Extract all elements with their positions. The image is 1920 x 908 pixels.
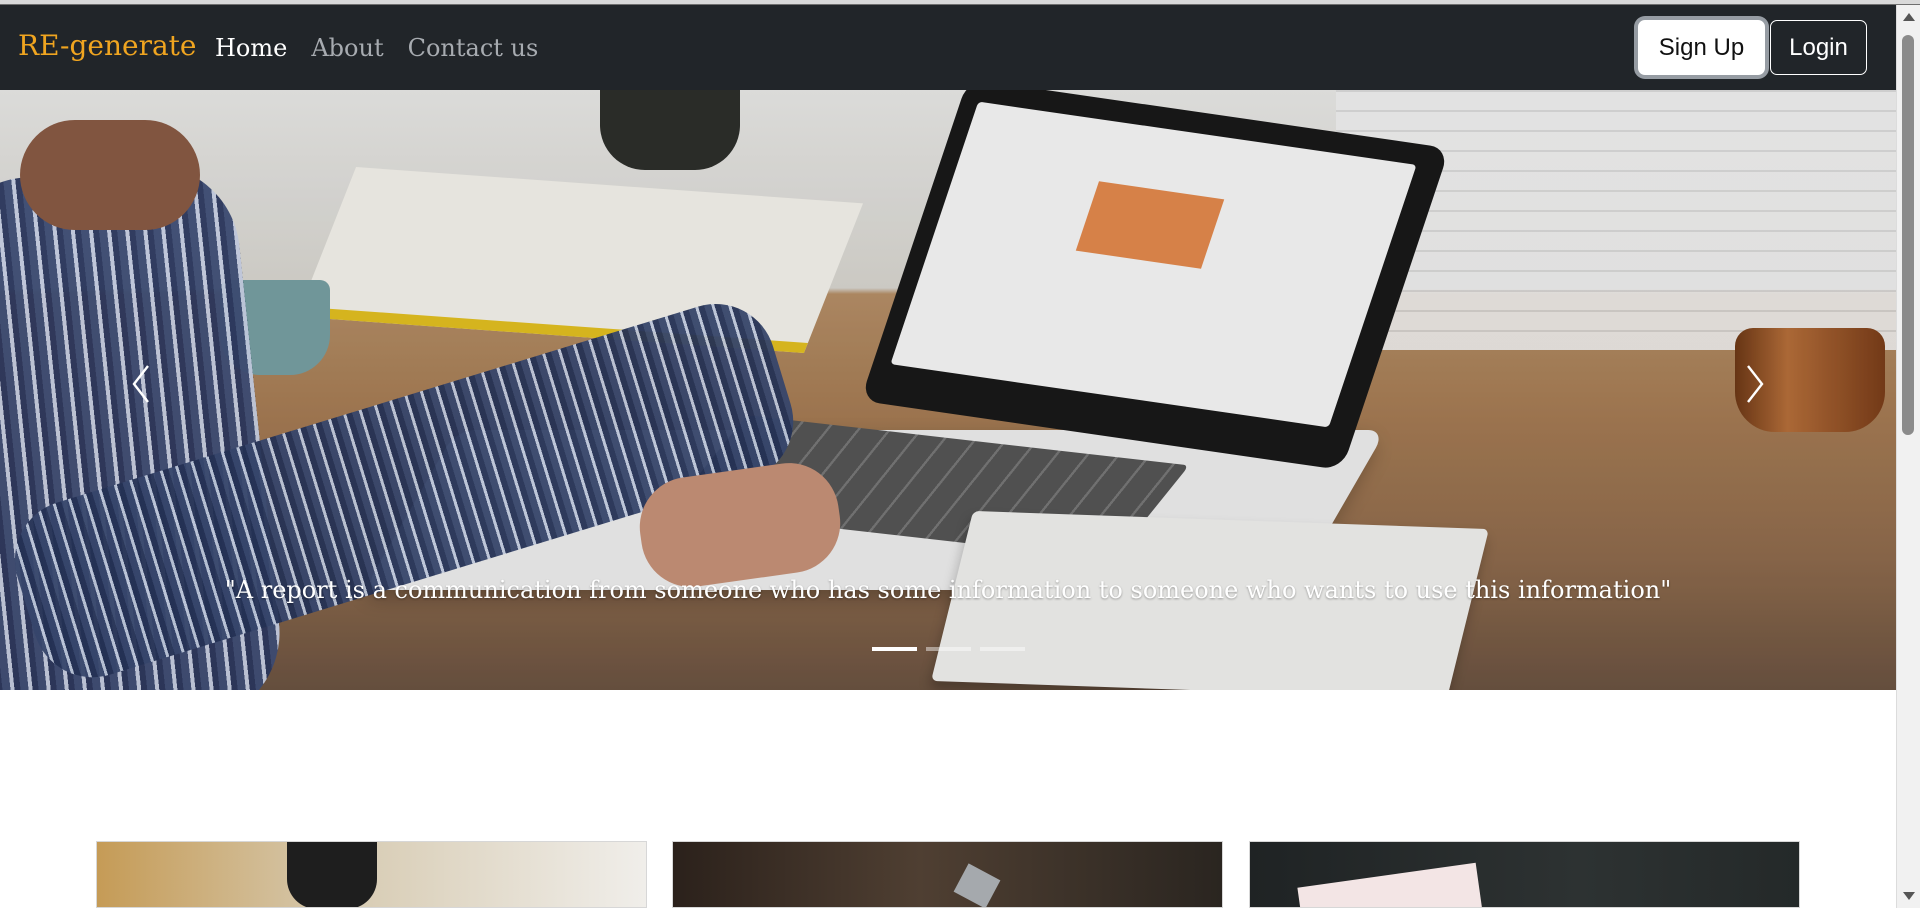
carousel-indicator-3[interactable]: [980, 647, 1025, 651]
login-button[interactable]: Login: [1770, 20, 1867, 75]
chevron-right-icon: [1747, 365, 1764, 403]
carousel-indicator-2[interactable]: [926, 647, 971, 651]
arrow-down-icon[interactable]: [1903, 892, 1915, 900]
scrollbar-thumb[interactable]: [1902, 35, 1914, 435]
brand-logo[interactable]: RE-generate: [18, 32, 197, 60]
feature-card-image-3[interactable]: [1249, 841, 1800, 908]
feature-card-1-image-detail: [287, 842, 377, 907]
nav-home-link[interactable]: Home: [215, 36, 287, 60]
nav-contact-link[interactable]: Contact us: [408, 36, 539, 60]
carousel-next-button[interactable]: [1736, 360, 1772, 408]
feature-card-image-2[interactable]: [672, 841, 1223, 908]
feature-card-3-image-detail: [1297, 862, 1483, 907]
feature-cards: [96, 841, 1801, 908]
page: RE-generate Home About Contact us Sign U…: [0, 0, 1920, 908]
vertical-scrollbar[interactable]: [1896, 5, 1920, 908]
top-navbar: RE-generate Home About Contact us Sign U…: [0, 5, 1896, 90]
carousel-indicators: [872, 647, 1025, 651]
feature-card-image-1[interactable]: [96, 841, 647, 908]
arrow-up-icon[interactable]: [1903, 13, 1915, 21]
chevron-left-icon: [132, 365, 149, 403]
nav-about-link[interactable]: About: [311, 36, 383, 60]
sign-up-button[interactable]: Sign Up: [1638, 20, 1765, 75]
hero-carousel: "A report is a communication from someon…: [0, 90, 1896, 690]
carousel-prev-button[interactable]: [124, 360, 160, 408]
carousel-indicator-1[interactable]: [872, 647, 917, 651]
carousel-caption: "A report is a communication from someon…: [224, 576, 1672, 604]
feature-card-2-image-detail: [953, 863, 1001, 907]
main-nav: Home About Contact us: [215, 36, 538, 60]
